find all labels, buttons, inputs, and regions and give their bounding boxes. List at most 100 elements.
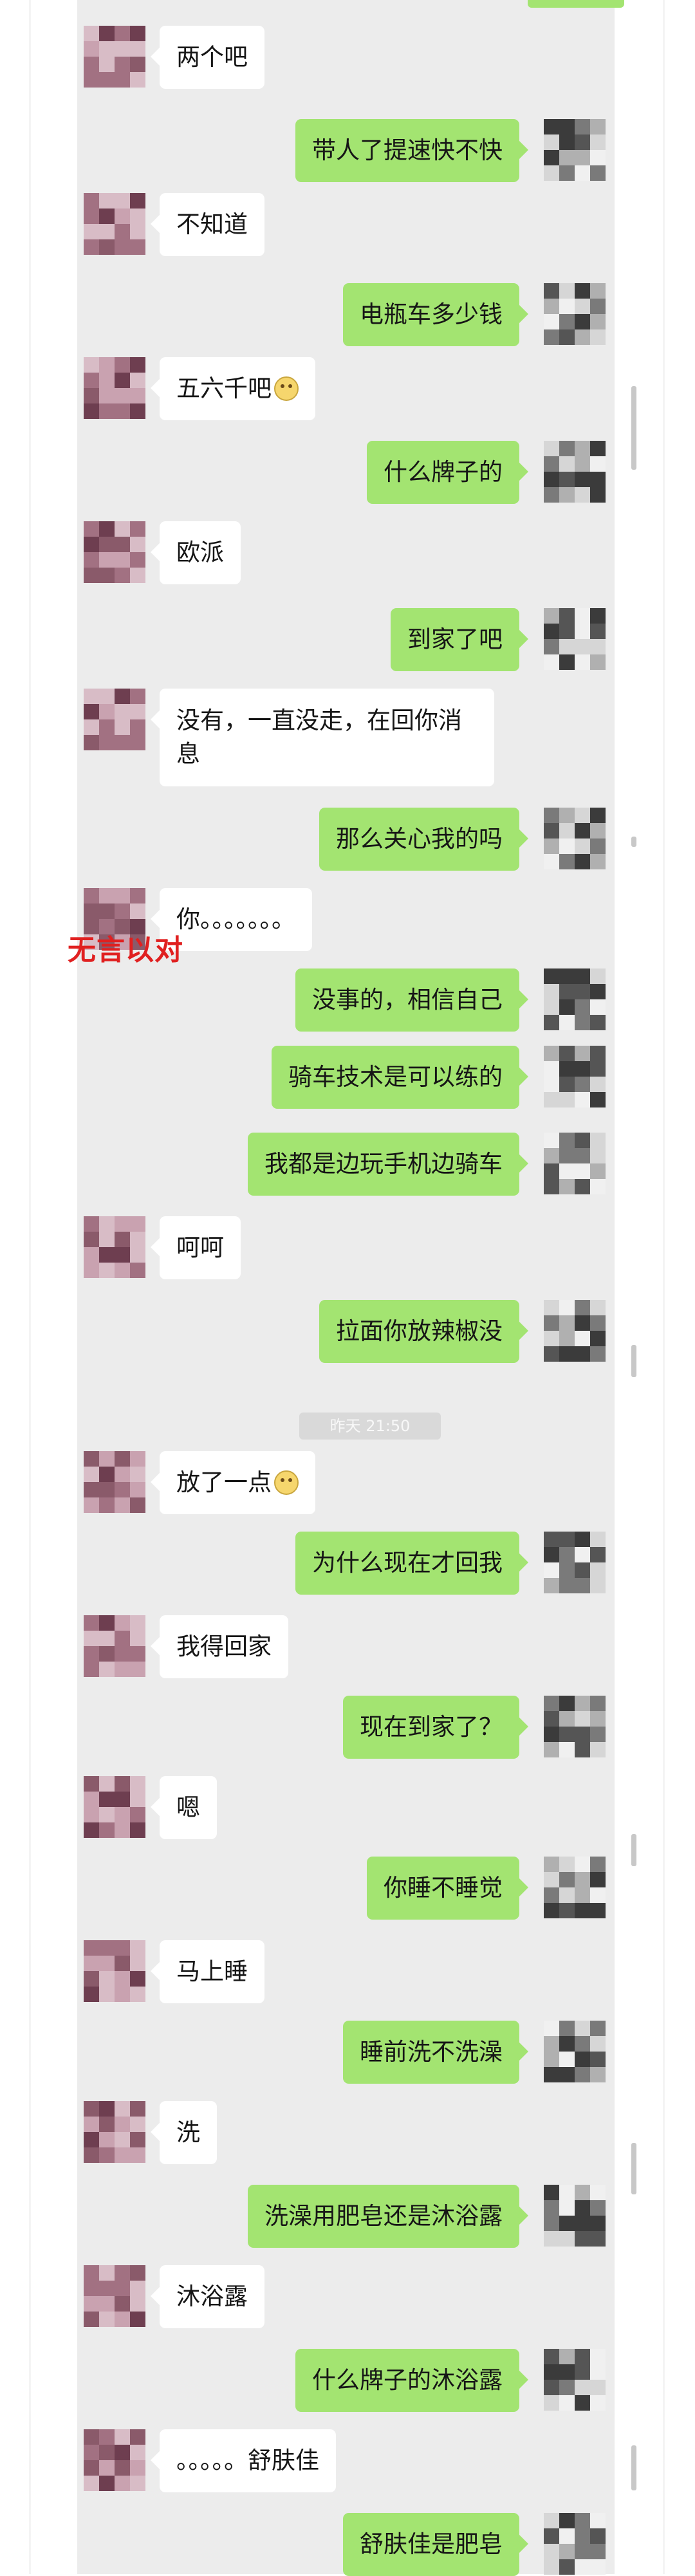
incoming-message-bubble[interactable]: 。。。。。舒肤佳 xyxy=(151,2429,336,2492)
message-text: 五六千吧 xyxy=(176,375,272,402)
message-text: 睡前洗不洗澡 xyxy=(360,2038,503,2066)
message-text: 舒肤佳是肥皂 xyxy=(360,2530,503,2558)
contact-avatar[interactable] xyxy=(84,26,145,88)
user-avatar[interactable] xyxy=(544,968,606,1030)
contact-avatar[interactable] xyxy=(84,2429,145,2491)
previous-message-bubble-fragment xyxy=(528,0,624,8)
message-text: 电瓶车多少钱 xyxy=(360,301,503,328)
outgoing-message-bubble[interactable]: 那么关心我的吗 xyxy=(319,808,528,871)
incoming-message-bubble[interactable]: 呵呵 xyxy=(151,1216,241,1279)
user-avatar[interactable] xyxy=(544,808,606,869)
contact-avatar[interactable] xyxy=(84,689,145,750)
contact-avatar[interactable] xyxy=(84,193,145,255)
message-text: 现在到家了？ xyxy=(360,1713,503,1741)
incoming-message-bubble[interactable]: 五六千吧 xyxy=(151,357,315,420)
scrollbar-mark[interactable] xyxy=(631,1834,636,1866)
message-text: 什么牌子的沐浴露 xyxy=(312,2366,503,2394)
incoming-message-bubble[interactable]: 我得回家 xyxy=(151,1615,288,1678)
outgoing-message-bubble[interactable]: 现在到家了？ xyxy=(343,1696,528,1759)
message-text: 我都是边玩手机边骑车 xyxy=(264,1150,503,1178)
scrollbar-mark[interactable] xyxy=(631,837,636,847)
contact-avatar[interactable] xyxy=(84,2265,145,2327)
contact-avatar[interactable] xyxy=(84,1451,145,1513)
contact-avatar[interactable] xyxy=(84,1615,145,1677)
contact-avatar[interactable] xyxy=(84,1940,145,2002)
smiley-emoji-icon xyxy=(274,376,299,401)
user-avatar[interactable] xyxy=(544,283,606,345)
scrollbar-mark[interactable] xyxy=(631,386,636,470)
message-text: 带人了提速快不快 xyxy=(312,136,503,164)
user-avatar[interactable] xyxy=(544,2185,606,2247)
right-edge-line xyxy=(663,0,665,2574)
scrollbar-mark[interactable] xyxy=(631,2445,636,2490)
message-text: 不知道 xyxy=(176,210,248,238)
message-text: 洗澡用肥皂还是沐浴露 xyxy=(264,2202,503,2230)
outgoing-message-bubble[interactable]: 电瓶车多少钱 xyxy=(343,283,528,346)
smiley-emoji-icon xyxy=(274,1470,299,1495)
message-text: 什么牌子的 xyxy=(384,458,503,486)
user-avatar[interactable] xyxy=(544,2021,606,2082)
message-text: 放了一点 xyxy=(176,1469,272,1496)
outgoing-message-bubble[interactable]: 舒肤佳是肥皂 xyxy=(343,2513,528,2576)
user-avatar[interactable] xyxy=(544,441,606,503)
outgoing-message-bubble[interactable]: 拉面你放辣椒没 xyxy=(319,1300,528,1363)
outgoing-message-bubble[interactable]: 什么牌子的沐浴露 xyxy=(295,2349,528,2412)
chat-timestamp: 昨天 21:50 xyxy=(299,1413,441,1440)
user-avatar[interactable] xyxy=(544,119,606,181)
message-text: 你。。。。。。。 xyxy=(176,905,295,933)
scrollbar-mark[interactable] xyxy=(631,2143,636,2194)
message-text: 洗 xyxy=(176,2118,200,2146)
user-avatar[interactable] xyxy=(544,1133,606,1194)
outgoing-message-bubble[interactable]: 我都是边玩手机边骑车 xyxy=(248,1133,528,1196)
user-avatar[interactable] xyxy=(544,1696,606,1757)
message-text: 嗯 xyxy=(176,1793,200,1821)
message-text: 你睡不睡觉 xyxy=(384,1874,503,1902)
message-text: 拉面你放辣椒没 xyxy=(336,1317,503,1345)
message-text: 到家了吧 xyxy=(407,625,503,653)
outgoing-message-bubble[interactable]: 洗澡用肥皂还是沐浴露 xyxy=(248,2185,528,2248)
overlay-caption: 无言以对 xyxy=(68,934,183,967)
message-text: 那么关心我的吗 xyxy=(336,825,503,853)
outgoing-message-bubble[interactable]: 为什么现在才回我 xyxy=(295,1532,528,1595)
incoming-message-bubble[interactable]: 马上睡 xyxy=(151,1940,264,2003)
incoming-message-bubble[interactable]: 沐浴露 xyxy=(151,2265,264,2328)
message-text: 没事的，相信自己 xyxy=(312,986,503,1014)
message-text: 沐浴露 xyxy=(176,2283,248,2310)
incoming-message-bubble[interactable]: 放了一点 xyxy=(151,1451,315,1514)
contact-avatar[interactable] xyxy=(84,1776,145,1838)
user-avatar[interactable] xyxy=(544,1857,606,1918)
contact-avatar[interactable] xyxy=(84,521,145,583)
contact-avatar[interactable] xyxy=(84,1216,145,1278)
incoming-message-bubble[interactable]: 欧派 xyxy=(151,521,241,584)
message-text: 两个吧 xyxy=(176,43,248,71)
outgoing-message-bubble[interactable]: 到家了吧 xyxy=(391,608,528,671)
message-text: 欧派 xyxy=(176,539,224,566)
user-avatar[interactable] xyxy=(544,2513,606,2575)
outgoing-message-bubble[interactable]: 睡前洗不洗澡 xyxy=(343,2021,528,2084)
user-avatar[interactable] xyxy=(544,608,606,670)
incoming-message-bubble[interactable]: 洗 xyxy=(151,2101,217,2164)
user-avatar[interactable] xyxy=(544,2349,606,2411)
incoming-message-bubble[interactable]: 不知道 xyxy=(151,193,264,256)
outgoing-message-bubble[interactable]: 带人了提速快不快 xyxy=(295,119,528,182)
message-text: 。。。。。舒肤佳 xyxy=(176,2447,319,2474)
incoming-message-bubble[interactable]: 嗯 xyxy=(151,1776,217,1839)
user-avatar[interactable] xyxy=(544,1532,606,1593)
outgoing-message-bubble[interactable]: 什么牌子的 xyxy=(367,441,528,504)
outgoing-message-bubble[interactable]: 你睡不睡觉 xyxy=(367,1857,528,1920)
user-avatar[interactable] xyxy=(544,1046,606,1107)
message-text: 呵呵 xyxy=(176,1234,224,1261)
scrollbar-mark[interactable] xyxy=(631,1345,636,1377)
outgoing-message-bubble[interactable]: 骑车技术是可以练的 xyxy=(272,1046,528,1109)
contact-avatar[interactable] xyxy=(84,357,145,419)
contact-avatar[interactable] xyxy=(84,2101,145,2163)
incoming-message-bubble[interactable]: 两个吧 xyxy=(151,26,264,89)
message-text: 没有，一直没走，在回你消息 xyxy=(176,707,462,768)
chat-area[interactable]: 两个吧带人了提速快不快不知道电瓶车多少钱五六千吧什么牌子的欧派到家了吧没有，一直… xyxy=(77,0,624,2576)
message-text: 骑车技术是可以练的 xyxy=(288,1063,503,1091)
incoming-message-bubble[interactable]: 没有，一直没走，在回你消息 xyxy=(151,689,494,786)
user-avatar[interactable] xyxy=(544,1300,606,1362)
message-text: 我得回家 xyxy=(176,1633,272,1660)
outgoing-message-bubble[interactable]: 没事的，相信自己 xyxy=(295,968,528,1032)
left-edge-line xyxy=(29,0,31,2574)
